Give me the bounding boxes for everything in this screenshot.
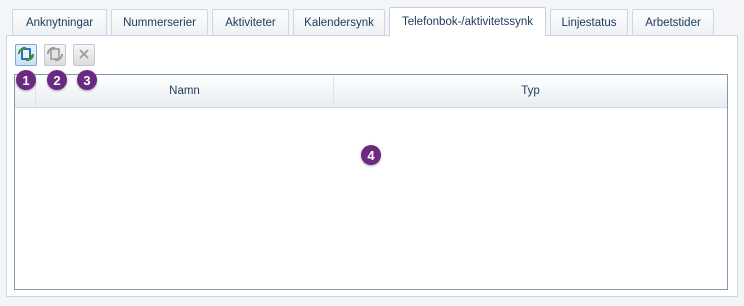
tab-label: Aktiviteter [225, 16, 276, 29]
tab-arbetstider[interactable]: Arbetstider [632, 9, 714, 35]
data-grid[interactable]: Namn Typ [14, 74, 728, 290]
column-label: Namn [169, 85, 200, 97]
callout-1: 1 [16, 70, 36, 90]
callout-2: 2 [47, 70, 67, 90]
tab-label: Kalendersynk [304, 16, 374, 29]
sync-button[interactable] [44, 44, 66, 66]
tab-label: Anknytningar [25, 16, 94, 29]
close-icon [77, 47, 91, 64]
column-header-typ[interactable]: Typ [334, 75, 727, 107]
sync-icon [46, 46, 64, 65]
callout-3: 3 [77, 70, 97, 90]
tab-label: Nummerserier [123, 16, 196, 29]
tab-kalendersynk[interactable]: Kalendersynk [293, 9, 385, 35]
toolbar [15, 44, 102, 68]
tab-linjestatus[interactable]: Linjestatus [550, 9, 628, 35]
tab-bar: Anknytningar Nummerserier Aktiviteter Ka… [12, 7, 718, 36]
delete-button[interactable] [73, 44, 95, 66]
tab-label: Telefonbok-/aktivitetssynk [401, 16, 534, 28]
tab-label: Linjestatus [561, 16, 617, 29]
tab-panel: Namn Typ [6, 35, 738, 297]
tab-nummerserier[interactable]: Nummerserier [111, 9, 208, 35]
tab-anknytningar[interactable]: Anknytningar [12, 9, 107, 35]
callout-4: 4 [361, 145, 381, 165]
column-label: Typ [521, 85, 540, 97]
add-sync-button[interactable] [15, 44, 37, 66]
grid-header: Namn Typ [15, 75, 727, 108]
sync-add-icon [17, 46, 35, 65]
tab-label: Arbetstider [645, 16, 701, 29]
tab-telefonbok-aktivitetssynk[interactable]: Telefonbok-/aktivitetssynk [389, 7, 546, 36]
tab-aktiviteter[interactable]: Aktiviteter [212, 9, 289, 35]
